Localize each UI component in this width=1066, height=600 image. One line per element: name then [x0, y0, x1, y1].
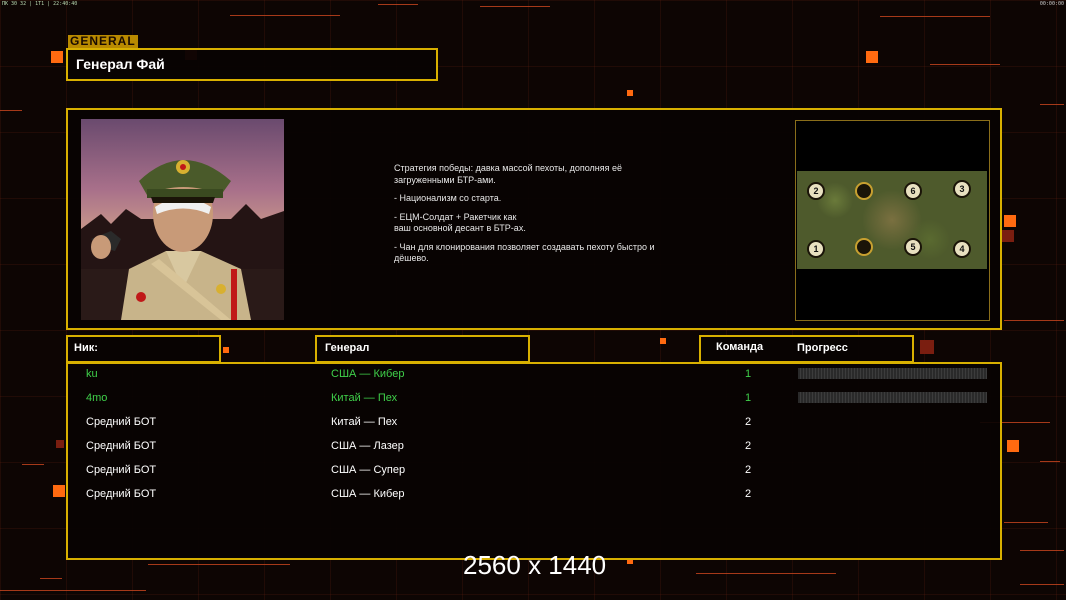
decor-square — [920, 340, 934, 354]
decor-line — [1004, 522, 1048, 523]
player-row[interactable]: ku США — Кибер 1 — [68, 364, 1000, 388]
fps-overlay: ПК 30 32 | 1Т1 | 22:40:40 — [2, 1, 78, 7]
load-progress-bar — [798, 392, 987, 403]
player-roster: ku США — Кибер 1 4mo Китай — Пех 1 Средн… — [66, 362, 1002, 560]
resolution-watermark: 2560 x 1440 — [463, 550, 607, 580]
player-row[interactable]: Средний БОТ Китай — Пех 2 — [68, 412, 1000, 436]
player-row[interactable]: Средний БОТ США — Супер 2 — [68, 460, 1000, 484]
player-nick: Средний БОТ — [86, 440, 157, 452]
player-general: США — Кибер — [331, 488, 405, 500]
decor-line — [148, 564, 290, 565]
start-slot: 5 — [904, 238, 922, 256]
header-progress-label: Прогресс — [797, 342, 848, 354]
clock-overlay: 00:00:00 — [1039, 1, 1064, 7]
player-row[interactable]: Средний БОТ США — Лазер 2 — [68, 436, 1000, 460]
decor-square — [627, 90, 633, 96]
decor-line — [1020, 550, 1064, 551]
player-nick: Средний БОТ — [86, 488, 157, 500]
decor-square — [53, 485, 65, 497]
decor-line — [230, 15, 340, 16]
player-team: 1 — [745, 392, 752, 404]
decor-line — [930, 64, 1000, 65]
general-tag: GENERAL — [68, 35, 138, 48]
decor-line — [0, 590, 146, 591]
header-nick: Ник: — [66, 335, 221, 363]
general-portrait-illustration — [81, 160, 284, 320]
player-team: 2 — [745, 416, 752, 428]
player-row[interactable]: Средний БОТ США — Кибер 2 — [68, 484, 1000, 508]
header-team-label: Команда — [716, 341, 764, 353]
player-nick: Средний БОТ — [86, 416, 157, 428]
general-info-panel: Стратегия победы: давка массой пехоты, д… — [66, 108, 1002, 330]
strategy-line: - Чан для клонирования позволяет создава… — [394, 241, 655, 264]
start-slot: 1 — [807, 240, 825, 258]
player-team: 2 — [745, 464, 752, 476]
header-general: Генерал — [315, 335, 530, 363]
decor-line — [480, 6, 550, 7]
player-team: 2 — [745, 488, 752, 500]
decor-square — [51, 51, 63, 63]
decor-square — [223, 347, 229, 353]
decor-line — [40, 578, 62, 579]
decor-line — [880, 16, 990, 17]
header-team-progress: Команда Прогресс — [699, 335, 914, 363]
decor-square — [1004, 215, 1016, 227]
decor-line — [0, 110, 22, 111]
map-thumbnail: 2 6 3 1 5 4 — [797, 171, 987, 269]
strategy-description: Стратегия победы: давка массой пехоты, д… — [394, 163, 694, 272]
strategy-line: Стратегия победы: давка массой пехоты, д… — [394, 163, 623, 185]
start-slot — [855, 182, 873, 200]
decor-line — [1004, 320, 1064, 321]
player-general: США — Супер — [331, 464, 406, 476]
start-slot: 2 — [807, 182, 825, 200]
start-slot — [855, 238, 873, 256]
player-nick: ku — [86, 368, 98, 380]
player-nick: 4mo — [86, 392, 108, 404]
general-title: Генерал Фай — [76, 56, 165, 72]
player-general: Китай — Пех — [331, 416, 398, 428]
decor-square — [866, 51, 878, 63]
decor-square — [1007, 440, 1019, 452]
player-general: США — Лазер — [331, 440, 404, 452]
map-preview[interactable]: 2 6 3 1 5 4 — [795, 120, 990, 321]
decor-line — [1040, 104, 1064, 105]
player-nick: Средний БОТ — [86, 464, 157, 476]
decor-square — [56, 440, 64, 448]
player-row[interactable]: 4mo Китай — Пех 1 — [68, 388, 1000, 412]
player-team: 1 — [745, 368, 752, 380]
decor-square — [660, 338, 666, 344]
start-slot: 4 — [953, 240, 971, 258]
header-general-label: Генерал — [325, 342, 370, 354]
header-nick-label: Ник: — [74, 342, 98, 354]
title-panel: Генерал Фай — [66, 48, 438, 81]
start-slot: 6 — [904, 182, 922, 200]
player-team: 2 — [745, 440, 752, 452]
decor-line — [1020, 584, 1064, 585]
player-general: Китай — Пех — [331, 392, 398, 404]
strategy-line: - Национализм со старта. — [394, 193, 502, 203]
start-slot: 3 — [953, 180, 971, 198]
decor-line — [1040, 461, 1060, 462]
strategy-line: - ЕЦМ-Солдат + Ракетчик как ваш основной… — [394, 211, 526, 234]
decor-line — [378, 4, 418, 5]
player-general: США — Кибер — [331, 368, 405, 380]
decor-line — [696, 573, 836, 574]
load-progress-bar — [798, 368, 987, 379]
general-portrait — [81, 119, 284, 320]
decor-square — [1002, 230, 1014, 242]
decor-line — [22, 464, 44, 465]
